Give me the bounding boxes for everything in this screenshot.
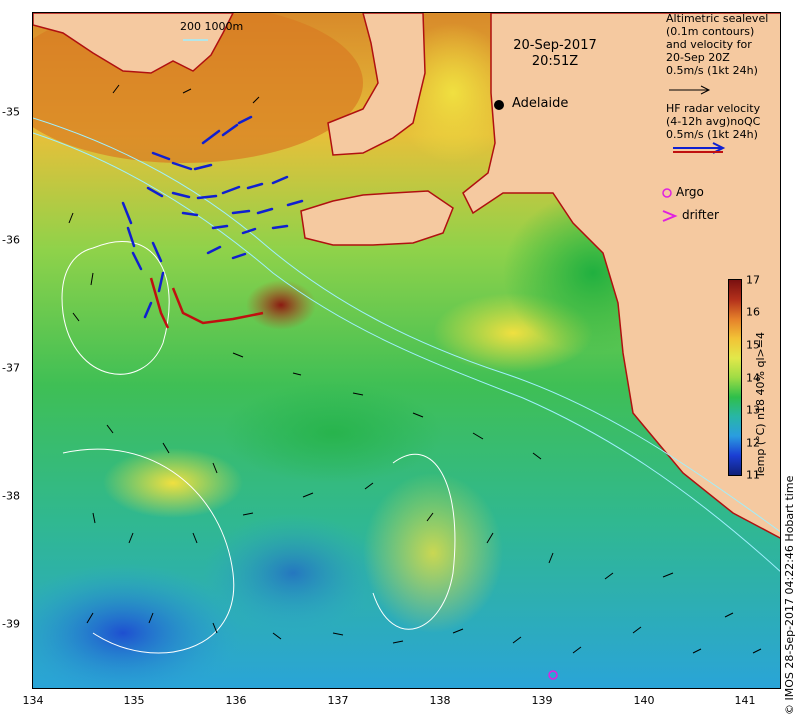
warm-eddy xyxy=(246,280,316,330)
green-patch-2 xyxy=(223,383,443,483)
legend-hf-radar: HF radar velocity (4-12h avg)noQC 0.5m/s… xyxy=(666,102,760,141)
legend-argo-label: Argo xyxy=(676,185,704,199)
legend-altimetry-line: 20-Sep 20Z xyxy=(666,51,730,64)
time-line: 20:51Z xyxy=(531,54,579,69)
city-label-adelaide: Adelaide xyxy=(512,96,569,111)
adelaide-marker xyxy=(494,100,504,110)
temperature-colorbar xyxy=(728,279,742,476)
scale-label: 200 1000m xyxy=(180,20,244,33)
cool-patch-s xyxy=(203,513,383,633)
lon-tick: 134 xyxy=(22,694,44,707)
lon-tick: 135 xyxy=(123,694,145,707)
lat-tick: -39 xyxy=(2,617,20,631)
lon-tick: 140 xyxy=(633,694,655,707)
legend-altimetry-line: and velocity for xyxy=(666,38,752,51)
lat-tick: -37 xyxy=(2,361,20,375)
lat-tick: -36 xyxy=(2,233,20,247)
colorbar-tick: 17 xyxy=(746,273,760,287)
lon-tick: 138 xyxy=(429,694,451,707)
legend-altimetry: Altimetric sealevel (0.1m contours) and … xyxy=(666,12,768,77)
date-title: 20-Sep-2017 20:51Z xyxy=(500,38,610,70)
lon-tick: 137 xyxy=(327,694,349,707)
legend-altimetry-line: Altimetric sealevel xyxy=(666,12,769,25)
lon-tick: 141 xyxy=(734,694,756,707)
yellow-patch-4 xyxy=(363,473,503,633)
legend-drifter-label: drifter xyxy=(682,208,719,222)
yellow-patch-3 xyxy=(103,448,243,518)
colorbar-tick: 16 xyxy=(746,305,760,319)
credit-label: © IMOS 28-Sep-2017 04:22:46 Hobart time xyxy=(783,475,796,715)
legend-altimetry-line: (0.1m contours) xyxy=(666,25,755,38)
lat-tick: -35 xyxy=(2,105,20,119)
lon-tick: 139 xyxy=(531,694,553,707)
legend-hf-line: (4-12h avg)noQC xyxy=(666,115,761,128)
legend-altimetry-line: 0.5m/s (1kt 24h) xyxy=(666,64,758,77)
lon-tick: 136 xyxy=(225,694,247,707)
legend-hf-line: HF radar velocity xyxy=(666,102,761,115)
lat-tick: -38 xyxy=(2,489,20,503)
date-line: 20-Sep-2017 xyxy=(513,38,597,53)
colorbar-title: Temp (°C) n18 40% ql>=4 xyxy=(754,332,767,478)
legend-hf-line: 0.5m/s (1kt 24h) xyxy=(666,128,758,141)
